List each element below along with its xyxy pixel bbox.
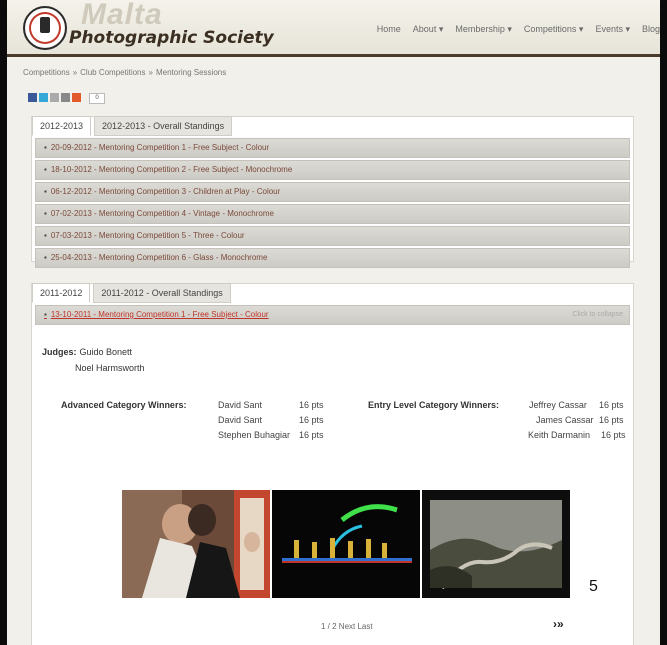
winning-photo-great-wall[interactable]	[422, 490, 570, 598]
winner-points: 16 pts	[599, 400, 624, 410]
collapse-icon: ▪	[44, 310, 47, 319]
season-tabs: 2011-2012 2011-2012 - Overall Standings	[32, 283, 234, 303]
pagination[interactable]: 1 / 2 Next Last	[321, 622, 373, 631]
winner-points: 16 pts	[599, 415, 624, 425]
breadcrumb: Competitions» Club Competitions» Mentoring…	[23, 68, 226, 77]
winner-points: 16 pts	[299, 415, 324, 425]
winner-points: 16 pts	[601, 430, 626, 440]
nav-competitions[interactable]: Competitions ▾	[524, 24, 584, 35]
next-page-arrow-icon[interactable]: ›»	[553, 617, 564, 631]
competition-title: 07-02-2013 - Mentoring Competition 4 - V…	[50, 209, 274, 218]
advanced-category-title: Advanced Category Winners:	[61, 400, 187, 410]
competition-title: 25-04-2013 - Mentoring Competition 6 - G…	[50, 253, 268, 262]
nav-blog[interactable]: Blog	[642, 24, 660, 35]
nav-events[interactable]: Events ▾	[595, 24, 630, 35]
winner-name: Jeffrey Cassar	[529, 400, 587, 410]
winner-name: David Sant	[218, 415, 263, 425]
breadcrumb-separator: »	[72, 68, 78, 77]
nav-about[interactable]: About ▾	[413, 24, 444, 35]
page: Malta Photographic Society Home About ▾ …	[7, 0, 660, 645]
winner-name: James Cassar	[536, 415, 594, 425]
winner-name: David Sant	[218, 400, 263, 410]
competition-row[interactable]: ▪ 07-02-2013 - Mentoring Competition 4 - …	[35, 204, 630, 224]
judges-line: Judges: Guido Bonett	[42, 347, 132, 357]
expand-icon: ▪	[44, 231, 47, 240]
print-icon[interactable]	[61, 93, 70, 102]
season-tabs: 2012-2013 2012-2013 - Overall Standings	[32, 116, 235, 136]
nav-membership[interactable]: Membership ▾	[455, 24, 512, 35]
competition-row[interactable]: ▪ 18-10-2012 - Mentoring Competition 2 - …	[35, 160, 630, 180]
breadcrumb-separator: »	[148, 68, 153, 77]
winner-name: Keith Darmanin	[528, 430, 591, 440]
competition-row[interactable]: ▪ 06-12-2012 - Mentoring Competition 3 - …	[35, 182, 630, 202]
competition-list: ▪ 13-10-2011 - Mentoring Competition 1 - …	[35, 305, 630, 327]
breadcrumb-competitions[interactable]: Competitions	[23, 68, 70, 77]
expand-icon: ▪	[44, 209, 47, 218]
tab-2012-2013-standings[interactable]: 2012-2013 - Overall Standings	[94, 116, 233, 136]
competition-row-open[interactable]: ▪ 13-10-2011 - Mentoring Competition 1 - …	[35, 305, 630, 325]
winner-name: Stephen Buhagiar	[218, 430, 291, 440]
share-bar: 0	[28, 93, 105, 104]
competition-list: ▪ 20-09-2012 - Mentoring Competition 1 - …	[35, 138, 630, 270]
breadcrumb-club-competitions[interactable]: Club Competitions	[80, 68, 145, 77]
page-number: 5	[589, 578, 598, 595]
competition-title: 13-10-2011 - Mentoring Competition 1 - F…	[50, 310, 269, 319]
twitter-icon[interactable]	[39, 93, 48, 102]
winning-photo-dancers[interactable]	[272, 490, 420, 598]
addthis-icon[interactable]	[72, 93, 81, 102]
competition-title: 07-03-2013 - Mentoring Competition 5 - T…	[50, 231, 245, 240]
tab-2011-2012-standings[interactable]: 2011-2012 - Overall Standings	[93, 283, 231, 303]
winner-points: 16 pts	[299, 400, 324, 410]
competition-title: 18-10-2012 - Mentoring Competition 2 - F…	[50, 165, 293, 174]
share-count: 0	[89, 93, 105, 104]
main-nav: Home About ▾ Membership ▾ Competitions ▾…	[377, 24, 660, 35]
judges-label: Judges:	[42, 347, 77, 357]
site-header: Malta Photographic Society Home About ▾ …	[7, 0, 660, 57]
tab-2011-2012[interactable]: 2011-2012	[32, 283, 91, 303]
season-panel-2012-2013: 2012-2013 2012-2013 - Overall Standings …	[31, 116, 634, 268]
expand-icon: ▪	[44, 143, 47, 152]
competition-title: 20-09-2012 - Mentoring Competition 1 - F…	[50, 143, 270, 152]
facebook-icon[interactable]	[28, 93, 37, 102]
competition-row[interactable]: ▪ 20-09-2012 - Mentoring Competition 1 - …	[35, 138, 630, 158]
winning-photo-couple[interactable]	[122, 490, 270, 598]
competition-row[interactable]: ▪ 25-04-2013 - Mentoring Competition 6 - …	[35, 248, 630, 268]
competition-title: 06-12-2012 - Mentoring Competition 3 - C…	[50, 187, 281, 196]
expand-icon: ▪	[44, 187, 47, 196]
logo-text-society[interactable]: Photographic Society	[69, 28, 274, 48]
expand-icon: ▪	[44, 165, 47, 174]
google-plus-icon[interactable]	[50, 93, 59, 102]
breadcrumb-current: Mentoring Sessions	[155, 68, 227, 77]
judge-name: Noel Harmsworth	[75, 363, 145, 373]
collapse-link[interactable]: Click to collapse	[572, 306, 623, 324]
nav-home[interactable]: Home	[377, 24, 401, 35]
entry-category-title: Entry Level Category Winners:	[368, 400, 499, 410]
judge-name: Guido Bonett	[79, 347, 133, 357]
expand-icon: ▪	[44, 253, 47, 262]
competition-row[interactable]: ▪ 07-03-2013 - Mentoring Competition 5 - …	[35, 226, 630, 246]
tab-2012-2013[interactable]: 2012-2013	[32, 116, 92, 136]
winner-points: 16 pts	[299, 430, 324, 440]
logo-icon[interactable]	[23, 6, 67, 50]
